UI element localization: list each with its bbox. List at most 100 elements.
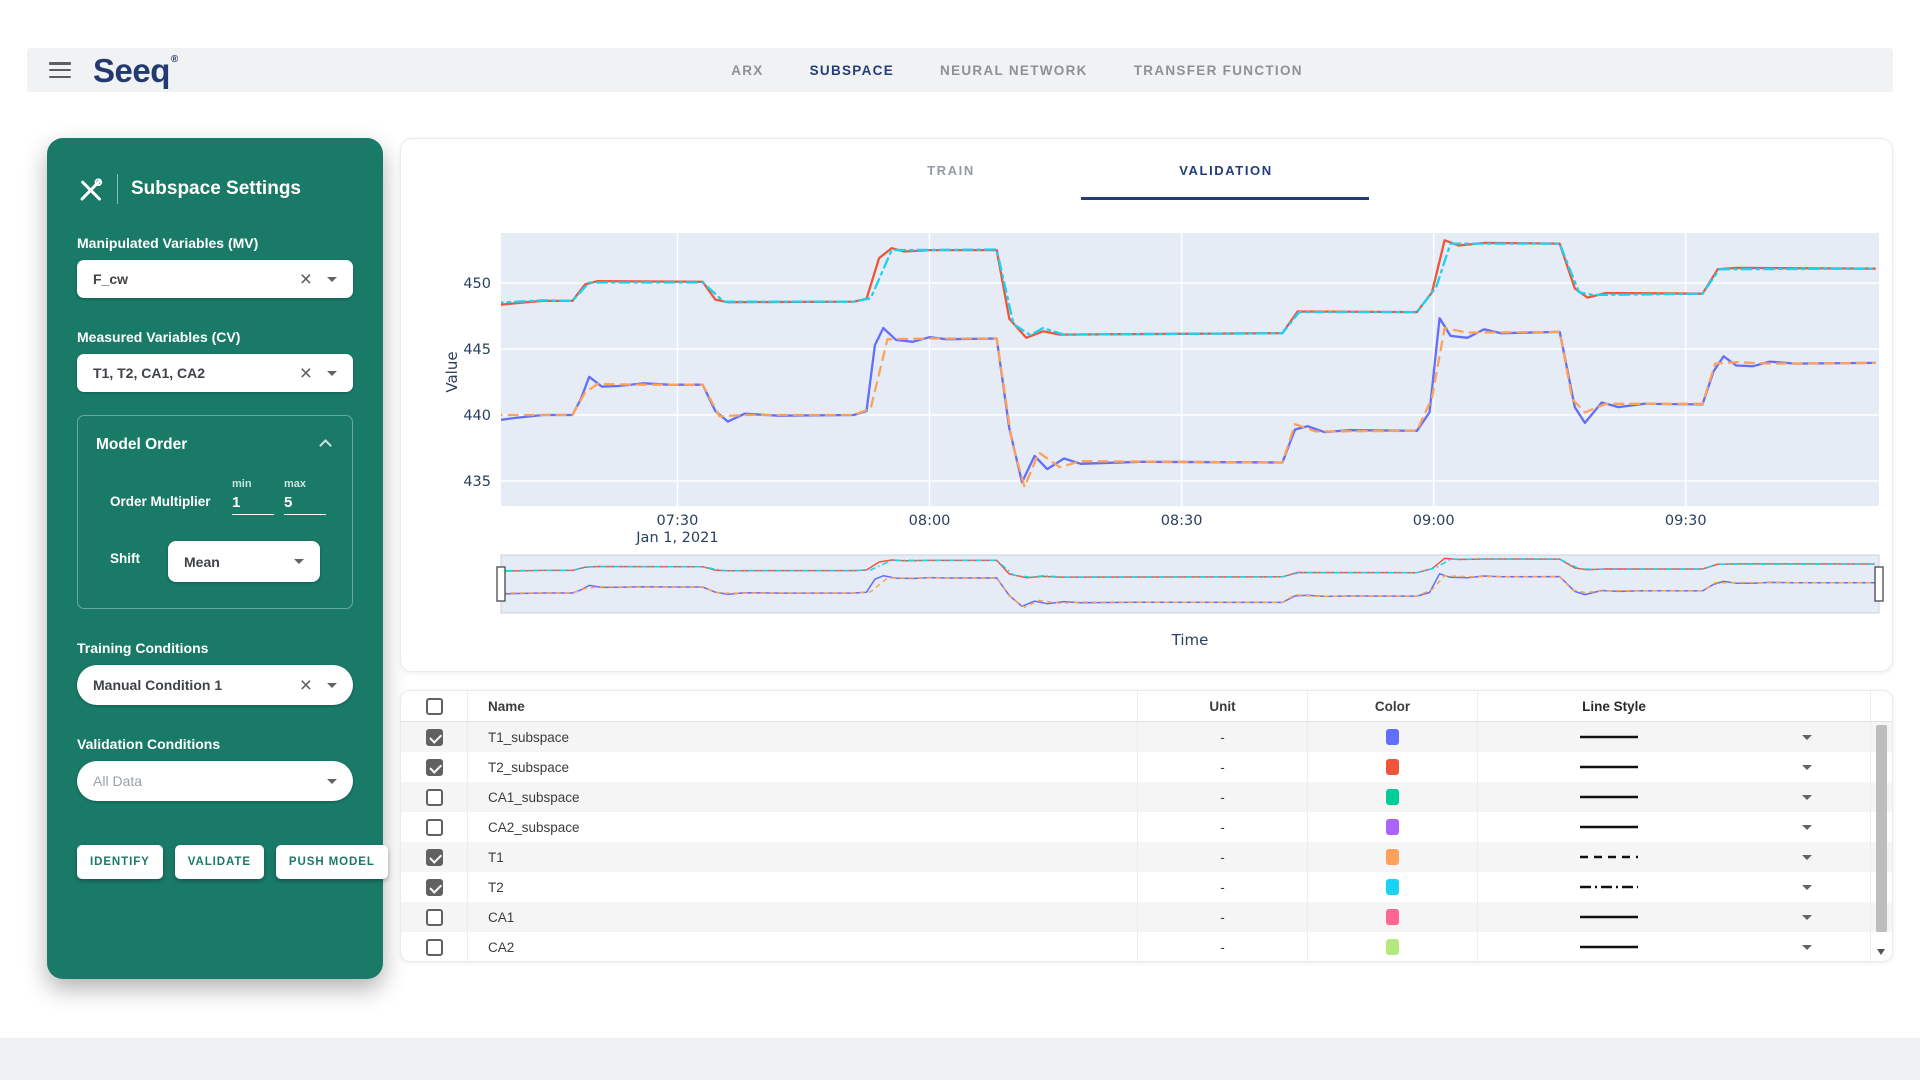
- training-conditions-label: Training Conditions: [77, 640, 353, 656]
- push-model-button[interactable]: PUSH MODEL: [276, 845, 388, 879]
- y-tick-label: 440: [463, 408, 491, 424]
- row-checkbox[interactable]: [426, 789, 443, 806]
- line-style-dropdown[interactable]: [1802, 915, 1812, 920]
- clear-icon[interactable]: ×: [300, 269, 312, 290]
- column-header-unit: Unit: [1138, 691, 1308, 721]
- chevron-down-icon[interactable]: [327, 683, 337, 688]
- row-checkbox[interactable]: [426, 819, 443, 836]
- order-max-input[interactable]: 5: [284, 494, 326, 515]
- mv-label: Manipulated Variables (MV): [77, 235, 353, 251]
- model-order-section: Model Order min max Order Multiplier 1 5…: [77, 415, 353, 609]
- cv-value: T1, T2, CA1, CA2: [93, 365, 205, 381]
- timeseries-chart: 43544044545007:30Jan 1, 202108:0008:3009…: [401, 139, 1894, 673]
- color-chip[interactable]: [1386, 939, 1399, 955]
- color-chip[interactable]: [1386, 879, 1399, 895]
- line-style-dropdown[interactable]: [1802, 735, 1812, 740]
- color-chip[interactable]: [1386, 789, 1399, 805]
- shift-select[interactable]: Mean: [168, 541, 320, 582]
- series-unit: -: [1138, 872, 1308, 902]
- table-row-T1: T1-: [401, 842, 1892, 872]
- line-style-sample: [1578, 882, 1640, 892]
- nav-tab-transfer-function[interactable]: TRANSFER FUNCTION: [1134, 63, 1303, 78]
- series-unit: -: [1138, 722, 1308, 752]
- line-style-dropdown[interactable]: [1802, 945, 1812, 950]
- line-style-sample: [1578, 942, 1640, 952]
- shift-label: Shift: [110, 551, 140, 572]
- column-header-color: Color: [1308, 691, 1478, 721]
- color-chip[interactable]: [1386, 849, 1399, 865]
- registered-mark: ®: [171, 55, 178, 65]
- scroll-down-arrow-icon[interactable]: [1877, 949, 1885, 955]
- cv-label: Measured Variables (CV): [77, 329, 353, 345]
- order-min-input[interactable]: 1: [232, 494, 274, 515]
- validation-conditions-placeholder: All Data: [93, 773, 142, 789]
- series-name: CA2_subspace: [468, 812, 1138, 842]
- line-style-dropdown[interactable]: [1802, 795, 1812, 800]
- nav-tab-arx[interactable]: ARX: [731, 63, 763, 78]
- validation-conditions-select[interactable]: All Data: [77, 761, 353, 801]
- color-chip[interactable]: [1386, 909, 1399, 925]
- y-tick-label: 450: [463, 276, 491, 292]
- max-label: max: [284, 478, 326, 490]
- row-checkbox[interactable]: [426, 879, 443, 896]
- color-chip[interactable]: [1386, 759, 1399, 775]
- chevron-up-icon[interactable]: [319, 439, 332, 452]
- series-name: T2: [468, 872, 1138, 902]
- line-style-sample: [1578, 852, 1640, 862]
- series-unit: -: [1138, 782, 1308, 812]
- color-chip[interactable]: [1386, 819, 1399, 835]
- table-row-CA2: CA2-: [401, 932, 1892, 962]
- row-checkbox[interactable]: [426, 729, 443, 746]
- rangeslider-left-handle[interactable]: [497, 567, 505, 601]
- row-checkbox[interactable]: [426, 909, 443, 926]
- table-scrollbar[interactable]: [1874, 725, 1889, 958]
- cv-select[interactable]: T1, T2, CA1, CA2 ×: [77, 354, 353, 392]
- chevron-down-icon[interactable]: [327, 371, 337, 376]
- line-style-sample: [1578, 912, 1640, 922]
- row-checkbox[interactable]: [426, 849, 443, 866]
- color-chip[interactable]: [1386, 729, 1399, 745]
- series-unit: -: [1138, 812, 1308, 842]
- brand-text: Seeq: [93, 54, 170, 87]
- validate-button[interactable]: VALIDATE: [175, 845, 264, 879]
- series-unit: -: [1138, 902, 1308, 932]
- line-style-dropdown[interactable]: [1802, 765, 1812, 770]
- footer-bar: [0, 1038, 1920, 1080]
- series-table: Name Unit Color Line Style T1_subspace-T…: [400, 690, 1893, 962]
- series-unit: -: [1138, 842, 1308, 872]
- clear-icon[interactable]: ×: [300, 363, 312, 384]
- select-all-checkbox[interactable]: [426, 698, 443, 715]
- series-name: T2_subspace: [468, 752, 1138, 782]
- chevron-down-icon[interactable]: [294, 559, 304, 564]
- line-style-dropdown[interactable]: [1802, 885, 1812, 890]
- min-label: min: [232, 478, 274, 490]
- plot-background: [501, 233, 1879, 506]
- row-checkbox[interactable]: [426, 759, 443, 776]
- chevron-down-icon[interactable]: [327, 779, 337, 784]
- row-checkbox[interactable]: [426, 939, 443, 956]
- scrollbar-thumb[interactable]: [1876, 725, 1887, 932]
- subspace-settings-panel: Subspace Settings Manipulated Variables …: [47, 138, 383, 979]
- rangeslider-right-handle[interactable]: [1875, 567, 1883, 601]
- menu-icon[interactable]: [49, 62, 71, 78]
- nav-tab-neural-network[interactable]: NEURAL NETWORK: [940, 63, 1088, 78]
- training-conditions-select[interactable]: Manual Condition 1 ×: [77, 665, 353, 705]
- clear-icon[interactable]: ×: [300, 675, 312, 696]
- series-table-body: T1_subspace-T2_subspace-CA1_subspace-CA2…: [401, 722, 1892, 962]
- table-row-T2: T2-: [401, 872, 1892, 902]
- line-style-sample: [1578, 762, 1640, 772]
- line-style-dropdown[interactable]: [1802, 855, 1812, 860]
- mv-select[interactable]: F_cw ×: [77, 260, 353, 298]
- table-row-CA1_subspace: CA1_subspace-: [401, 782, 1892, 812]
- nav-tab-subspace[interactable]: SUBSPACE: [810, 63, 894, 78]
- series-unit: -: [1138, 752, 1308, 782]
- line-style-sample: [1578, 792, 1640, 802]
- line-style-dropdown[interactable]: [1802, 825, 1812, 830]
- chevron-down-icon[interactable]: [327, 277, 337, 282]
- column-header-name: Name: [468, 691, 1138, 721]
- shift-row: Shift Mean: [110, 541, 334, 582]
- line-style-sample: [1578, 822, 1640, 832]
- table-header-row: Name Unit Color Line Style: [401, 691, 1892, 722]
- identify-button[interactable]: IDENTIFY: [77, 845, 163, 879]
- divider: [117, 174, 118, 204]
